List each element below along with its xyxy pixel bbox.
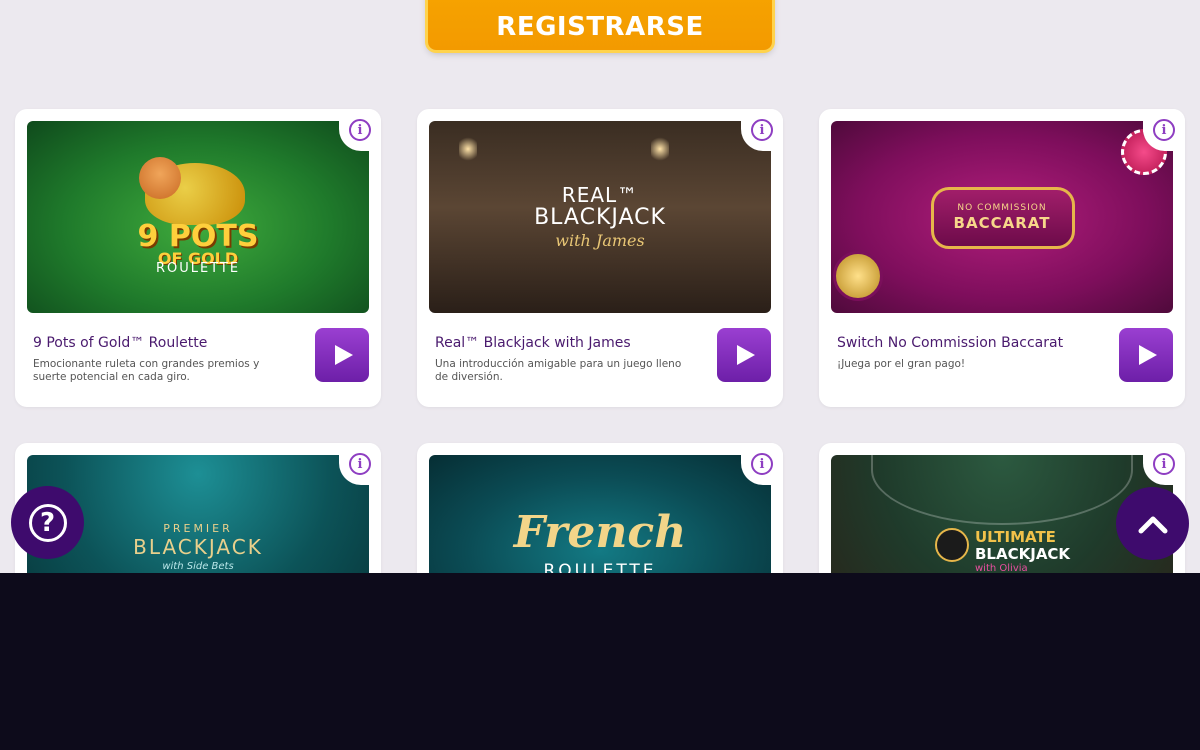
info-button[interactable]: i: [339, 109, 381, 151]
info-icon: i: [1153, 119, 1175, 141]
thumb-caption: with James: [555, 231, 645, 250]
info-button[interactable]: i: [1143, 443, 1185, 485]
info-button[interactable]: i: [741, 109, 783, 151]
game-description: ¡Juega por el gran pago!: [837, 358, 966, 370]
thumb-title: French: [513, 507, 687, 558]
game-description: Una introducción amigable para un juego …: [435, 358, 682, 383]
thumb-title: BACCARAT: [953, 214, 1051, 232]
question-icon: ?: [28, 503, 67, 542]
game-description: Emocionante ruleta con grandes premios y…: [33, 358, 260, 383]
play-icon: [1139, 345, 1157, 365]
chevron-up-icon: [1138, 516, 1167, 533]
game-thumbnail[interactable]: REAL™ BLACKJACK with James: [429, 121, 771, 313]
leprechaun-art: [139, 157, 181, 199]
thumb-title: ULTIMATE: [975, 528, 1056, 546]
play-button[interactable]: [717, 328, 771, 382]
game-card: NO COMMISSION BACCARAT i Switch No Commi…: [819, 109, 1185, 407]
coin-left: [833, 251, 883, 301]
info-button[interactable]: i: [1143, 109, 1185, 151]
register-button[interactable]: REGISTRARSE: [428, 0, 772, 50]
lamp-right: [651, 135, 669, 163]
info-icon: i: [1153, 453, 1175, 475]
info-button[interactable]: i: [339, 443, 381, 485]
game-card: REAL™ BLACKJACK with James i Real™ Black…: [417, 109, 783, 407]
thumb-subtitle: BLACKJACK: [534, 205, 666, 230]
game-title[interactable]: 9 Pots of Gold™ Roulette: [33, 335, 207, 351]
play-icon: [737, 345, 755, 365]
thumb-caption: ROULETTE: [155, 261, 241, 276]
game-card: 9 POTS OF GOLD ROULETTE i 9 Pots of Gold…: [15, 109, 381, 407]
help-button[interactable]: ?: [11, 486, 84, 559]
scroll-to-top-button[interactable]: [1116, 487, 1189, 560]
table-felt-arc: [871, 455, 1133, 525]
info-icon: i: [751, 119, 773, 141]
game-thumbnail[interactable]: NO COMMISSION BACCARAT: [831, 121, 1173, 313]
thumb-subtitle: BLACKJACK: [975, 545, 1071, 563]
blackjack-logo: [935, 528, 969, 562]
info-icon: i: [751, 453, 773, 475]
game-title[interactable]: Switch No Commission Baccarat: [837, 335, 1063, 351]
info-icon: i: [349, 453, 371, 475]
bottom-panel: [0, 573, 1200, 750]
play-icon: [335, 345, 353, 365]
thumb-subtitle: NO COMMISSION: [957, 203, 1047, 213]
info-icon: i: [349, 119, 371, 141]
info-button[interactable]: i: [741, 443, 783, 485]
play-button[interactable]: [1119, 328, 1173, 382]
game-thumbnail[interactable]: 9 POTS OF GOLD ROULETTE: [27, 121, 369, 313]
play-button[interactable]: [315, 328, 369, 382]
game-title[interactable]: Real™ Blackjack with James: [435, 335, 631, 351]
lamp-left: [459, 135, 477, 163]
thumb-title: REAL™: [561, 183, 639, 207]
thumb-caption: with Side Bets: [162, 561, 234, 572]
